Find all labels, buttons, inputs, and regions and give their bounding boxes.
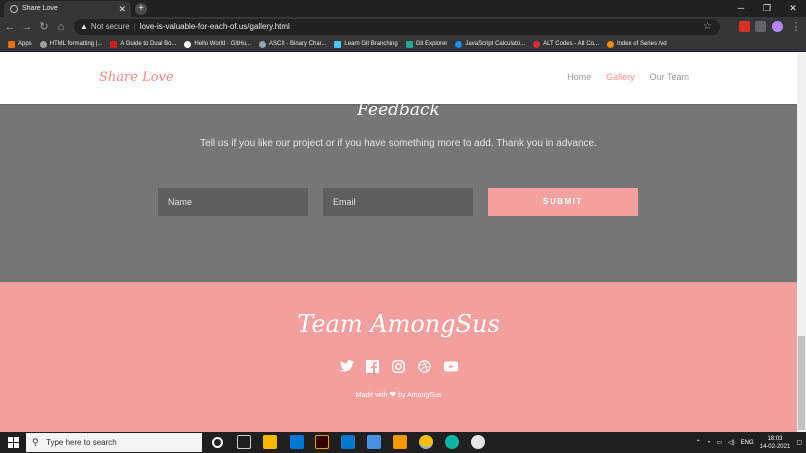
taskbar-search-placeholder: Type here to search xyxy=(46,438,117,447)
file-explorer-icon[interactable] xyxy=(263,435,277,449)
illustrator-icon[interactable] xyxy=(315,435,329,449)
address-bar[interactable]: ▲ Not secure | love-is-valuable-for-each-of… xyxy=(74,19,720,35)
bookmark-item[interactable]: Hello World · GitHu... xyxy=(184,40,251,48)
forward-icon[interactable]: → xyxy=(19,19,35,35)
bookmark-item[interactable]: Git Explorer xyxy=(405,40,447,48)
nav-link-our-team[interactable]: Our Team xyxy=(650,72,689,82)
restore-icon[interactable]: ❐ xyxy=(754,0,780,17)
warning-icon: ▲ xyxy=(80,22,88,31)
battery-icon[interactable]: ▭ xyxy=(716,439,722,446)
extensions-icon[interactable] xyxy=(755,21,766,32)
clock-time: 18:03 xyxy=(767,435,783,442)
git-explorer-icon xyxy=(405,40,413,48)
app-icon[interactable] xyxy=(471,435,485,449)
edge-favicon-icon xyxy=(455,40,463,48)
youtube-icon[interactable] xyxy=(443,359,458,373)
search-icon: ⚲ xyxy=(32,437,39,447)
taskbar-search-input[interactable]: ⚲ Type here to search xyxy=(26,433,202,452)
bookmark-apps[interactable]: Apps xyxy=(8,40,32,48)
instagram-icon[interactable] xyxy=(392,359,406,373)
social-links xyxy=(0,359,797,373)
bookmark-item[interactable]: A Guide to Dual Bo... xyxy=(110,40,176,48)
site-footer: Team AmongSus Made with ❤ by AmongSus xyxy=(0,282,797,432)
scrollbar-thumb[interactable] xyxy=(798,336,805,430)
language-indicator[interactable]: ENG xyxy=(741,440,754,446)
bookmark-item[interactable]: Index of Series /vd xyxy=(606,40,667,48)
vscode-icon[interactable] xyxy=(341,435,355,449)
taskbar-clock[interactable]: 18:03 14-02-2021 xyxy=(760,435,791,451)
heart-icon: ❤ xyxy=(389,390,397,399)
windows-start-icon[interactable] xyxy=(8,437,19,448)
made-with-suffix: by AmongSus xyxy=(398,392,442,399)
nav-link-gallery[interactable]: Gallery xyxy=(606,72,635,82)
home-icon[interactable]: ⌂ xyxy=(53,19,69,35)
bookmark-item[interactable]: HTML formatting |... xyxy=(39,40,102,48)
nav-link-home[interactable]: Home xyxy=(567,72,591,82)
bookmark-item[interactable]: JavaScript Calculato... xyxy=(455,40,525,48)
page-scrollbar[interactable] xyxy=(797,53,806,432)
bookmark-star-icon[interactable]: ☆ xyxy=(703,19,712,35)
made-with-credit: Made with ❤ by AmongSus xyxy=(0,390,797,399)
globe-icon xyxy=(10,5,18,13)
sublime-text-icon[interactable] xyxy=(393,435,407,449)
reload-icon[interactable]: ↻ xyxy=(36,19,52,35)
submit-button[interactable]: SUBMIT xyxy=(488,188,638,216)
chevron-up-icon[interactable]: ⌃ xyxy=(696,439,701,446)
chrome-icon[interactable] xyxy=(419,435,433,449)
browser-tab[interactable]: Share Love ✕ xyxy=(4,1,131,17)
bookmark-item[interactable]: ASCII - Binary Char... xyxy=(259,40,326,48)
page-viewport: Share Love Home Gallery Our Team Feedbac… xyxy=(0,53,797,432)
volume-icon[interactable]: ◁) xyxy=(728,439,735,446)
email-field[interactable]: Email xyxy=(323,188,473,216)
system-tray: ⌃ ◔ ▭ ◁) ENG 18:03 14-02-2021 ▢ xyxy=(696,432,802,453)
bookmark-item[interactable]: Learn Git Branching xyxy=(334,40,398,48)
microsoft-store-icon[interactable] xyxy=(290,435,304,449)
feedback-description: Tell us if you like our project or if yo… xyxy=(200,138,597,149)
site-favicon-icon xyxy=(110,40,118,48)
network-icon[interactable]: ◔ xyxy=(707,440,711,446)
globe-icon xyxy=(39,40,47,48)
github-icon xyxy=(184,40,192,48)
back-icon[interactable]: ← xyxy=(2,19,18,35)
apps-grid-icon xyxy=(8,40,15,48)
git-branch-icon xyxy=(334,40,342,48)
profile-avatar-icon[interactable] xyxy=(772,21,783,32)
task-view-icon[interactable] xyxy=(237,435,251,449)
notifications-icon[interactable]: ▢ xyxy=(796,439,802,446)
made-with-prefix: Made with xyxy=(355,392,388,399)
pdf-extension-icon[interactable] xyxy=(739,21,750,32)
close-tab-icon[interactable]: ✕ xyxy=(118,1,126,17)
cortana-icon[interactable] xyxy=(212,437,223,448)
site-favicon-icon xyxy=(606,40,614,48)
tab-title: Share Love xyxy=(22,5,58,12)
calculator-icon[interactable] xyxy=(367,435,381,449)
site-favicon-icon xyxy=(533,40,541,48)
clock-date: 14-02-2021 xyxy=(759,443,791,450)
name-field[interactable]: Name xyxy=(158,188,308,216)
windows-taskbar: ⚲ Type here to search ⌃ ◔ ▭ ◁) ENG 18:03… xyxy=(0,432,806,453)
new-tab-button[interactable]: + xyxy=(135,3,147,15)
window-controls: ─ ❐ ✕ xyxy=(728,0,806,17)
browser-toolbar: ← → ↻ ⌂ ▲ Not secure | love-is-valuable-for… xyxy=(0,17,806,37)
bookmarks-bar: Apps HTML formatting |... A Guide to Dua… xyxy=(0,37,806,52)
window-close-icon[interactable]: ✕ xyxy=(780,0,806,17)
browser-tab-strip: Share Love ✕ + ─ ❐ ✕ xyxy=(0,0,806,17)
menu-icon[interactable]: ⋮ xyxy=(788,19,804,35)
edge-icon[interactable] xyxy=(445,435,459,449)
minimize-icon[interactable]: ─ xyxy=(728,0,754,17)
dribbble-icon[interactable] xyxy=(418,359,432,373)
site-brand-logo[interactable]: Share Love xyxy=(99,70,174,85)
address-separator: | xyxy=(133,22,136,31)
facebook-icon[interactable] xyxy=(366,359,380,373)
security-label: Not secure xyxy=(90,22,130,31)
bookmark-item[interactable]: ALT Codes - Alt Co... xyxy=(533,40,599,48)
site-navbar: Share Love Home Gallery Our Team xyxy=(0,53,797,104)
url-text: love-is-valuable-for-each-of.us/gallery.… xyxy=(139,22,290,31)
team-name: Team AmongSus xyxy=(297,310,500,338)
site-nav-links: Home Gallery Our Team xyxy=(567,72,689,82)
feedback-section: Feedback Tell us if you like our project… xyxy=(0,100,797,282)
globe-icon xyxy=(259,40,266,48)
twitter-icon[interactable] xyxy=(339,359,354,373)
